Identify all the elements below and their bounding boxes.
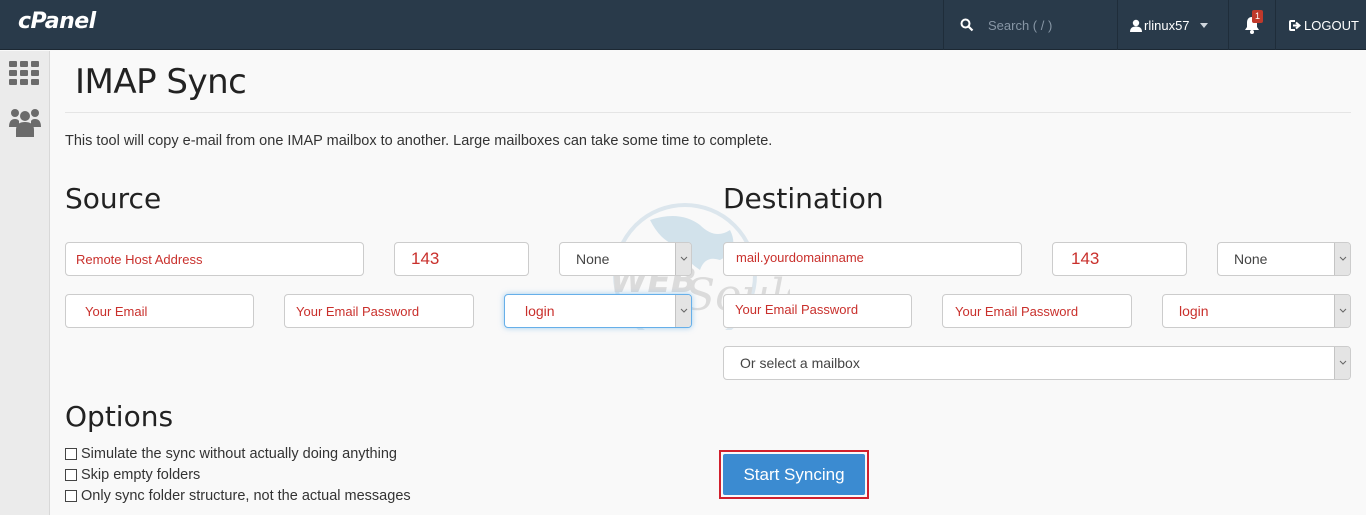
destination-password-value: Your Email Password	[955, 303, 1079, 319]
destination-mailbox-select[interactable]: Or select a mailbox	[723, 346, 1351, 380]
chevron-down-icon	[1334, 295, 1350, 327]
users-icon	[9, 109, 41, 137]
destination-email-input[interactable]: Your Email Password	[723, 294, 912, 328]
destination-port-input[interactable]: 143	[1052, 242, 1187, 276]
logout-icon	[1289, 19, 1301, 31]
destination-encryption-value: None	[1234, 251, 1268, 267]
option-label: Only sync folder structure, not the actu…	[81, 488, 411, 504]
sidebar	[0, 51, 50, 515]
search-icon	[960, 18, 974, 32]
chevron-down-icon	[675, 243, 691, 275]
destination-encryption-select[interactable]: None	[1217, 242, 1351, 276]
logout-button[interactable]: LOGOUT	[1289, 0, 1359, 50]
chevron-down-icon	[1334, 243, 1350, 275]
source-email-input[interactable]: Your Email	[65, 294, 254, 328]
chevron-down-icon	[675, 295, 691, 327]
source-auth-value: login	[525, 303, 555, 319]
sidebar-item-users[interactable]	[9, 107, 41, 137]
user-menu[interactable]: rlinux57	[1130, 0, 1208, 50]
source-port-value: 143	[411, 249, 440, 268]
grid-icon	[9, 61, 39, 85]
option-structure-only[interactable]: Only sync folder structure, not the actu…	[65, 488, 411, 504]
option-skip-empty[interactable]: Skip empty folders	[65, 467, 200, 483]
source-port-input[interactable]: 143	[394, 242, 529, 276]
highlight-frame: Start Syncing	[719, 450, 869, 499]
divider	[1228, 0, 1229, 50]
search-box[interactable]: Search ( / )	[960, 0, 1052, 50]
source-encryption-select[interactable]: None	[559, 242, 692, 276]
destination-auth-select[interactable]: login	[1162, 294, 1351, 328]
divider	[1275, 0, 1276, 50]
divider	[943, 0, 944, 50]
sidebar-item-tools[interactable]	[9, 61, 41, 91]
checkbox[interactable]	[65, 490, 77, 502]
source-host-value: Remote Host Address	[76, 251, 203, 267]
checkbox[interactable]	[65, 469, 77, 481]
page-title: IMAP Sync	[75, 62, 247, 102]
source-auth-select[interactable]: login	[504, 294, 692, 328]
destination-password-input[interactable]: Your Email Password	[942, 294, 1132, 328]
source-password-value: Your Email Password	[296, 303, 420, 319]
user-icon	[1130, 19, 1142, 32]
chevron-down-icon	[1199, 22, 1208, 28]
options-heading: Options	[65, 400, 174, 433]
source-encryption-value: None	[576, 251, 610, 267]
destination-host-input[interactable]: mail.yourdomainname	[723, 242, 1022, 276]
search-input[interactable]: Search ( / )	[988, 18, 1052, 33]
source-password-input[interactable]: Your Email Password	[284, 294, 474, 328]
divider	[1117, 0, 1118, 50]
top-navbar: cPanel Search ( / ) rlinux57 1 LOGOUT	[0, 0, 1366, 50]
chevron-down-icon	[1334, 347, 1350, 379]
source-host-input[interactable]: Remote Host Address	[65, 242, 364, 276]
page-description: This tool will copy e-mail from one IMAP…	[65, 133, 773, 149]
logout-label: LOGOUT	[1304, 17, 1359, 33]
notification-badge: 1	[1252, 10, 1264, 23]
option-simulate[interactable]: Simulate the sync without actually doing…	[65, 446, 397, 462]
destination-port-value: 143	[1071, 249, 1100, 268]
username: rlinux57	[1144, 17, 1190, 33]
source-email-value: Your Email	[85, 303, 148, 319]
destination-email-value: Your Email Password	[735, 302, 859, 317]
destination-host-value: mail.yourdomainname	[736, 250, 864, 265]
source-heading: Source	[65, 182, 162, 215]
checkbox[interactable]	[65, 448, 77, 460]
start-syncing-button[interactable]: Start Syncing	[723, 454, 865, 495]
destination-auth-value: login	[1179, 303, 1209, 319]
option-label: Simulate the sync without actually doing…	[81, 446, 397, 462]
option-label: Skip empty folders	[81, 467, 201, 483]
destination-mailbox-value: Or select a mailbox	[740, 355, 860, 371]
cpanel-logo[interactable]: cPanel	[18, 9, 96, 34]
divider	[65, 112, 1351, 113]
destination-heading: Destination	[723, 182, 884, 215]
